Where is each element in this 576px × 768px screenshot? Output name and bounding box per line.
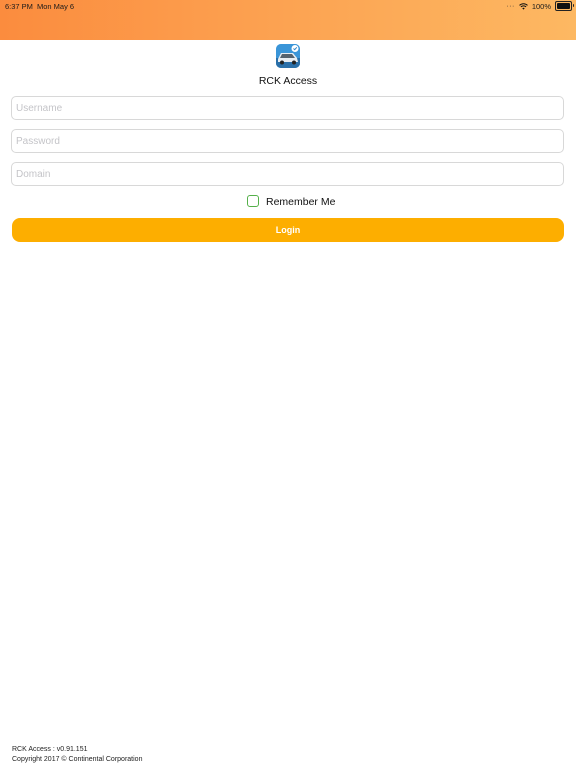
status-indicators: ··· 100%: [506, 1, 574, 11]
status-bar: 6:37 PM Mon May 6 ··· 100%: [0, 0, 576, 12]
login-button[interactable]: Login: [12, 218, 564, 242]
domain-field[interactable]: [11, 162, 564, 186]
remember-me-label[interactable]: Remember Me: [266, 196, 335, 208]
car-app-icon: [276, 44, 300, 68]
login-screen: 6:37 PM Mon May 6 ··· 100% RCK Access Us…: [0, 0, 576, 768]
status-time: 6:37 PM: [5, 2, 33, 11]
copyright-text: Copyright 2017 © Continental Corporation: [12, 756, 143, 763]
status-date: Mon May 6: [37, 2, 75, 11]
battery-icon: [555, 1, 574, 11]
footer: RCK Access : v0.91.151 Copyright 2017 © …: [12, 745, 142, 765]
dots-icon: ···: [506, 2, 515, 10]
password-field[interactable]: [11, 129, 564, 153]
remember-me-row: Remember Me: [0, 195, 576, 210]
username-field[interactable]: [11, 96, 564, 120]
version-text: RCK Access : v0.91.151: [12, 746, 88, 753]
app-title: RCK Access: [258, 75, 318, 87]
battery-fill: [557, 3, 570, 9]
remember-me-checkbox[interactable]: [247, 195, 259, 207]
battery-percent: 100%: [531, 1, 551, 11]
wifi-icon: [518, 2, 528, 10]
